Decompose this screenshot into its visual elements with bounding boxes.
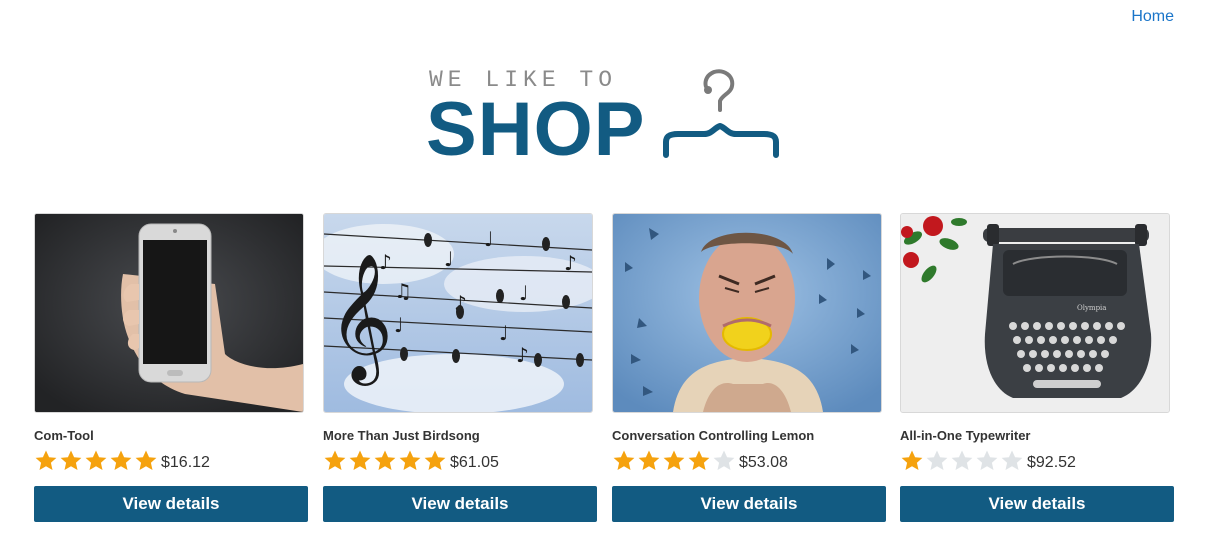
- star-icon: [84, 449, 109, 473]
- svg-text:♩: ♩: [444, 247, 453, 271]
- shop-logo[interactable]: WE LIKE TO SHOP: [426, 64, 788, 172]
- star-icon: [900, 449, 925, 473]
- svg-text:♩: ♩: [394, 313, 403, 337]
- view-details-button[interactable]: View details: [612, 486, 886, 522]
- typewriter-image: Olympia: [901, 214, 1169, 412]
- view-details-button[interactable]: View details: [323, 486, 597, 522]
- star-icon: [423, 449, 448, 473]
- product-card: Conversation Controlling Lemon $53.08 Vi…: [612, 213, 886, 522]
- product-rating: $53.08: [612, 448, 788, 474]
- star-icon: [925, 449, 950, 473]
- product-rating: $92.52: [900, 448, 1076, 474]
- star-icon: [109, 449, 134, 473]
- top-nav: Home: [1131, 8, 1174, 26]
- product-card: 𝄞 ♪ ♩ ♩ ♪ ♫ ♪ ♩ ♩ ♩ ♪ More Than Just Bir…: [323, 213, 597, 522]
- svg-text:♫: ♫: [394, 279, 412, 303]
- product-title[interactable]: Conversation Controlling Lemon: [612, 428, 814, 443]
- product-title[interactable]: More Than Just Birdsong: [323, 428, 480, 443]
- star-icon: [975, 449, 1000, 473]
- product-image-phone[interactable]: [34, 213, 304, 413]
- product-price: $53.08: [739, 454, 788, 471]
- svg-text:♩: ♩: [499, 321, 508, 345]
- product-rating: $16.12: [34, 448, 210, 474]
- star-icon: [687, 449, 712, 473]
- star-icon: [59, 449, 84, 473]
- svg-text:Olympia: Olympia: [1077, 304, 1106, 312]
- product-image-typewriter[interactable]: Olympia: [900, 213, 1170, 413]
- svg-text:♩: ♩: [519, 281, 528, 305]
- product-image-birdsong[interactable]: 𝄞 ♪ ♩ ♩ ♪ ♫ ♪ ♩ ♩ ♩ ♪: [323, 213, 593, 413]
- birds-on-music-wires-image: 𝄞 ♪ ♩ ♩ ♪ ♫ ♪ ♩ ♩ ♩ ♪: [324, 214, 592, 412]
- svg-text:♪: ♪: [564, 251, 577, 275]
- man-biting-lemon-image: [613, 214, 881, 412]
- logo-word: SHOP: [426, 87, 646, 172]
- product-card: Com-Tool $16.12 View details: [34, 213, 308, 522]
- star-icon: [662, 449, 687, 473]
- view-details-button[interactable]: View details: [900, 486, 1174, 522]
- star-icon: [323, 449, 348, 473]
- hanger-icon: [663, 69, 779, 158]
- star-icon: [712, 449, 737, 473]
- svg-text:♩: ♩: [484, 227, 493, 251]
- product-price: $61.05: [450, 454, 499, 471]
- star-icon: [637, 449, 662, 473]
- star-icon: [34, 449, 59, 473]
- star-icon: [348, 449, 373, 473]
- star-icon: [134, 449, 159, 473]
- star-icon: [950, 449, 975, 473]
- star-icon: [398, 449, 423, 473]
- product-rating: $61.05: [323, 448, 499, 474]
- star-icon: [373, 449, 398, 473]
- product-title[interactable]: Com-Tool: [34, 428, 94, 443]
- product-price: $16.12: [161, 454, 210, 471]
- phone-in-hand-image: [35, 214, 303, 412]
- svg-text:♪: ♪: [379, 250, 392, 274]
- view-details-button[interactable]: View details: [34, 486, 308, 522]
- product-title[interactable]: All-in-One Typewriter: [900, 428, 1031, 443]
- svg-text:♪: ♪: [516, 343, 529, 367]
- home-link[interactable]: Home: [1131, 8, 1174, 25]
- product-price: $92.52: [1027, 454, 1076, 471]
- star-icon: [1000, 449, 1025, 473]
- product-card: Olympia All-in-One Typewriter $92.52 Vie…: [900, 213, 1174, 522]
- product-image-lemon[interactable]: [612, 213, 882, 413]
- star-icon: [612, 449, 637, 473]
